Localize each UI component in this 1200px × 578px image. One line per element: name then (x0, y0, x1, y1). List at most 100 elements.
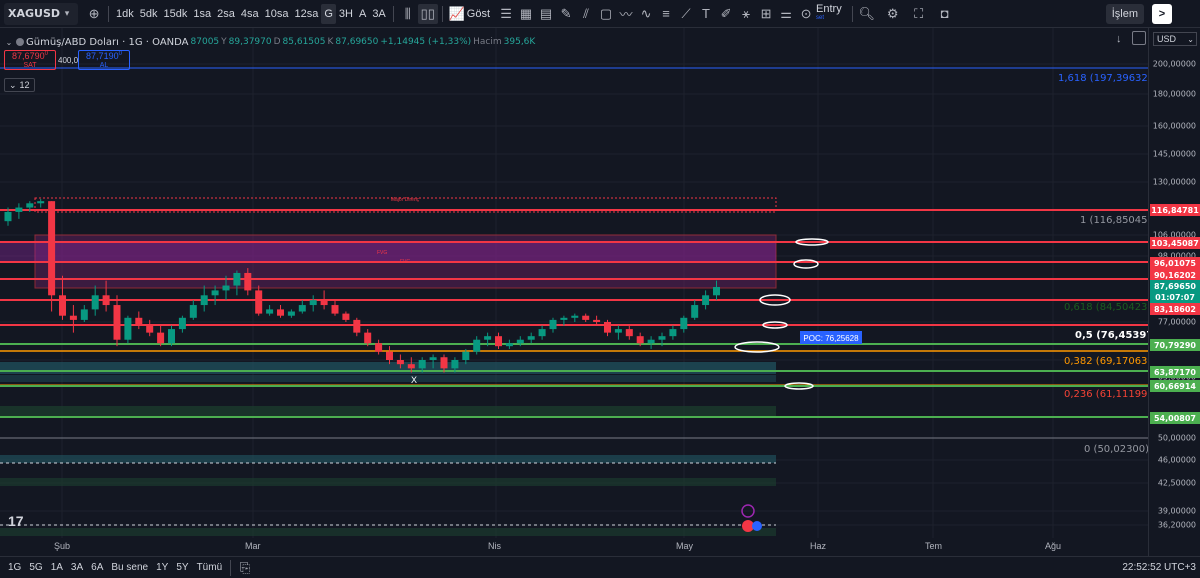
timeframe-10sa[interactable]: 10sa (262, 4, 292, 24)
fullscreen-icon[interactable]: ⛶ (909, 4, 929, 24)
time-axis[interactable]: Şub Mar Nis May Haz Tem Ağu (0, 538, 1148, 556)
candle-body (451, 360, 459, 369)
bar-type-icon[interactable]: ▯▯ (417, 3, 438, 24)
menu-icon[interactable]: ☰ (496, 4, 516, 24)
broker-logo[interactable]: > (1152, 4, 1172, 24)
sell-price: 87,6790 (12, 51, 45, 61)
range-button[interactable]: 3A (67, 562, 87, 573)
long-position-icon[interactable]: ⚹ (736, 4, 756, 24)
candle-body (429, 357, 437, 360)
entry-tool[interactable]: Entry set (816, 2, 842, 23)
trend-line-icon[interactable]: ⟋ (676, 4, 696, 24)
scroll-down-icon[interactable]: ↓ (1116, 33, 1122, 45)
buy-button[interactable]: 87,71900 AL (78, 50, 130, 70)
candle-body (4, 211, 12, 222)
settings-sliders-icon[interactable]: ⚌ (776, 4, 796, 24)
timeframe-2sa[interactable]: 2sa (214, 4, 238, 24)
pen-icon[interactable]: ✎ (556, 4, 576, 24)
candle-body (505, 343, 513, 347)
trade-button[interactable]: İşlem (1105, 4, 1144, 24)
sell-label: SAT (23, 62, 37, 69)
price-badge: 116,84781 (1150, 204, 1200, 216)
auto-scale-icon[interactable] (1132, 31, 1146, 45)
demand-zone (0, 362, 776, 374)
candle-body (625, 329, 633, 337)
zigzag-icon[interactable]: 〰 (616, 4, 636, 24)
lines-icon[interactable]: ≡ (656, 4, 676, 24)
timeframe-5dk[interactable]: 5dk (137, 4, 161, 24)
range-button[interactable]: 6A (87, 562, 107, 573)
range-button[interactable]: 5Y (172, 562, 192, 573)
price-tick: 145,00000 (1152, 149, 1196, 159)
indicators-button[interactable]: Göst (467, 8, 490, 20)
calendar-range-icon[interactable]: ⎘ (235, 558, 255, 578)
candle-body (80, 309, 88, 320)
add-symbol-icon[interactable]: ⊕ (84, 4, 104, 24)
grid-icon[interactable]: ▦ (516, 4, 536, 24)
chevron-down-icon: ⌄ (1187, 34, 1194, 44)
wave-icon[interactable]: ∿ (636, 4, 656, 24)
entry-label: Entry (816, 2, 842, 15)
support-zone-3 (0, 478, 776, 486)
chart-pane[interactable]: POC: 76,25628 X Majör Direnç FVG FVG 17 (0, 28, 1148, 556)
clock: 22:52:52 UTC+3 (1122, 562, 1196, 573)
chart-legend: ⌄ Gümüş/ABD Doları · 1G · OANDA 87005 Y8… (4, 32, 536, 52)
range-button[interactable]: 5G (25, 562, 46, 573)
timeframe-4sa[interactable]: 4sa (238, 4, 262, 24)
price-badge: 60,66914 (1150, 380, 1200, 392)
alert-icon[interactable]: ⊙ (796, 4, 816, 24)
table-icon[interactable]: ▤ (536, 4, 556, 24)
brush-icon[interactable]: ✐ (716, 4, 736, 24)
candle-body (407, 364, 415, 369)
range-button[interactable]: 1Y (152, 562, 172, 573)
candle-body (364, 332, 372, 344)
gear-icon[interactable]: ⚙ (883, 4, 903, 24)
range-button[interactable]: 1G (4, 562, 25, 573)
timeframe-A[interactable]: A (356, 4, 369, 24)
range-button[interactable]: 1A (47, 562, 67, 573)
candle-body (375, 343, 383, 352)
time-label: Ağu (1045, 541, 1062, 551)
timeframe-15dk[interactable]: 15dk (161, 4, 191, 24)
currency-label: USD (1157, 34, 1177, 44)
range-button[interactable]: Bu sene (107, 562, 152, 573)
calculator-icon[interactable]: ⊞ (756, 4, 776, 24)
time-label: Nis (488, 541, 501, 551)
timeframe-12sa[interactable]: 12sa (291, 4, 321, 24)
timeframe-1sa[interactable]: 1sa (190, 4, 214, 24)
collapse-icon[interactable]: ⌄ (4, 32, 14, 52)
text-icon[interactable]: T (696, 4, 716, 24)
currency-selector[interactable]: USD ⌄ (1153, 32, 1197, 46)
range-button[interactable]: Tümü (193, 562, 227, 573)
tradingview-logo-icon: 17 (8, 513, 24, 529)
candle-body (135, 317, 143, 326)
timeframe-3H[interactable]: 3H (336, 4, 356, 24)
timeframe-1dk[interactable]: 1dk (113, 4, 137, 24)
chart-canvas[interactable]: POC: 76,25628 X Majör Direnç FVG FVG 17 (0, 28, 1148, 556)
symbol-search[interactable]: XAGUSD ▾ (4, 2, 79, 25)
parallel-channel-icon[interactable]: ⫽ (576, 4, 596, 24)
candle-body (309, 300, 317, 306)
indicators-icon[interactable]: 📈 (447, 4, 467, 24)
indicators-toggle[interactable]: ⌄ 12 (4, 78, 35, 92)
timeframe-3A[interactable]: 3A (369, 4, 388, 24)
fib-level-label: 0,236 (61,11199) (1064, 389, 1152, 400)
camera-icon[interactable]: ◘ (935, 4, 955, 24)
chevron-down-icon: ⌄ (9, 79, 17, 90)
candle-body (59, 295, 66, 316)
price-scale[interactable]: USD ⌄ 200,00000 180,00000 160,00000 145,0000… (1148, 28, 1200, 556)
support-zone (0, 406, 776, 416)
candle-body (582, 315, 590, 320)
divider (441, 5, 443, 22)
symbol-name[interactable]: XAGUSD (8, 7, 60, 20)
price-badge: 83,18602 (1150, 303, 1200, 315)
rectangle-icon[interactable]: ▢ (596, 4, 616, 24)
time-label: Şub (54, 541, 71, 551)
candle-type-icon[interactable]: ⫼ (398, 4, 418, 24)
fib-level-label: 0,618 (84,50423) (1064, 302, 1152, 313)
chevron-down-icon[interactable]: ▾ (60, 4, 74, 24)
timeframe-G[interactable]: G (321, 3, 336, 24)
price-tick: 42,50000 (1157, 478, 1196, 488)
search-icon[interactable]: 🔍︎ (857, 4, 877, 24)
sell-button[interactable]: 87,67900 SAT (4, 50, 56, 70)
